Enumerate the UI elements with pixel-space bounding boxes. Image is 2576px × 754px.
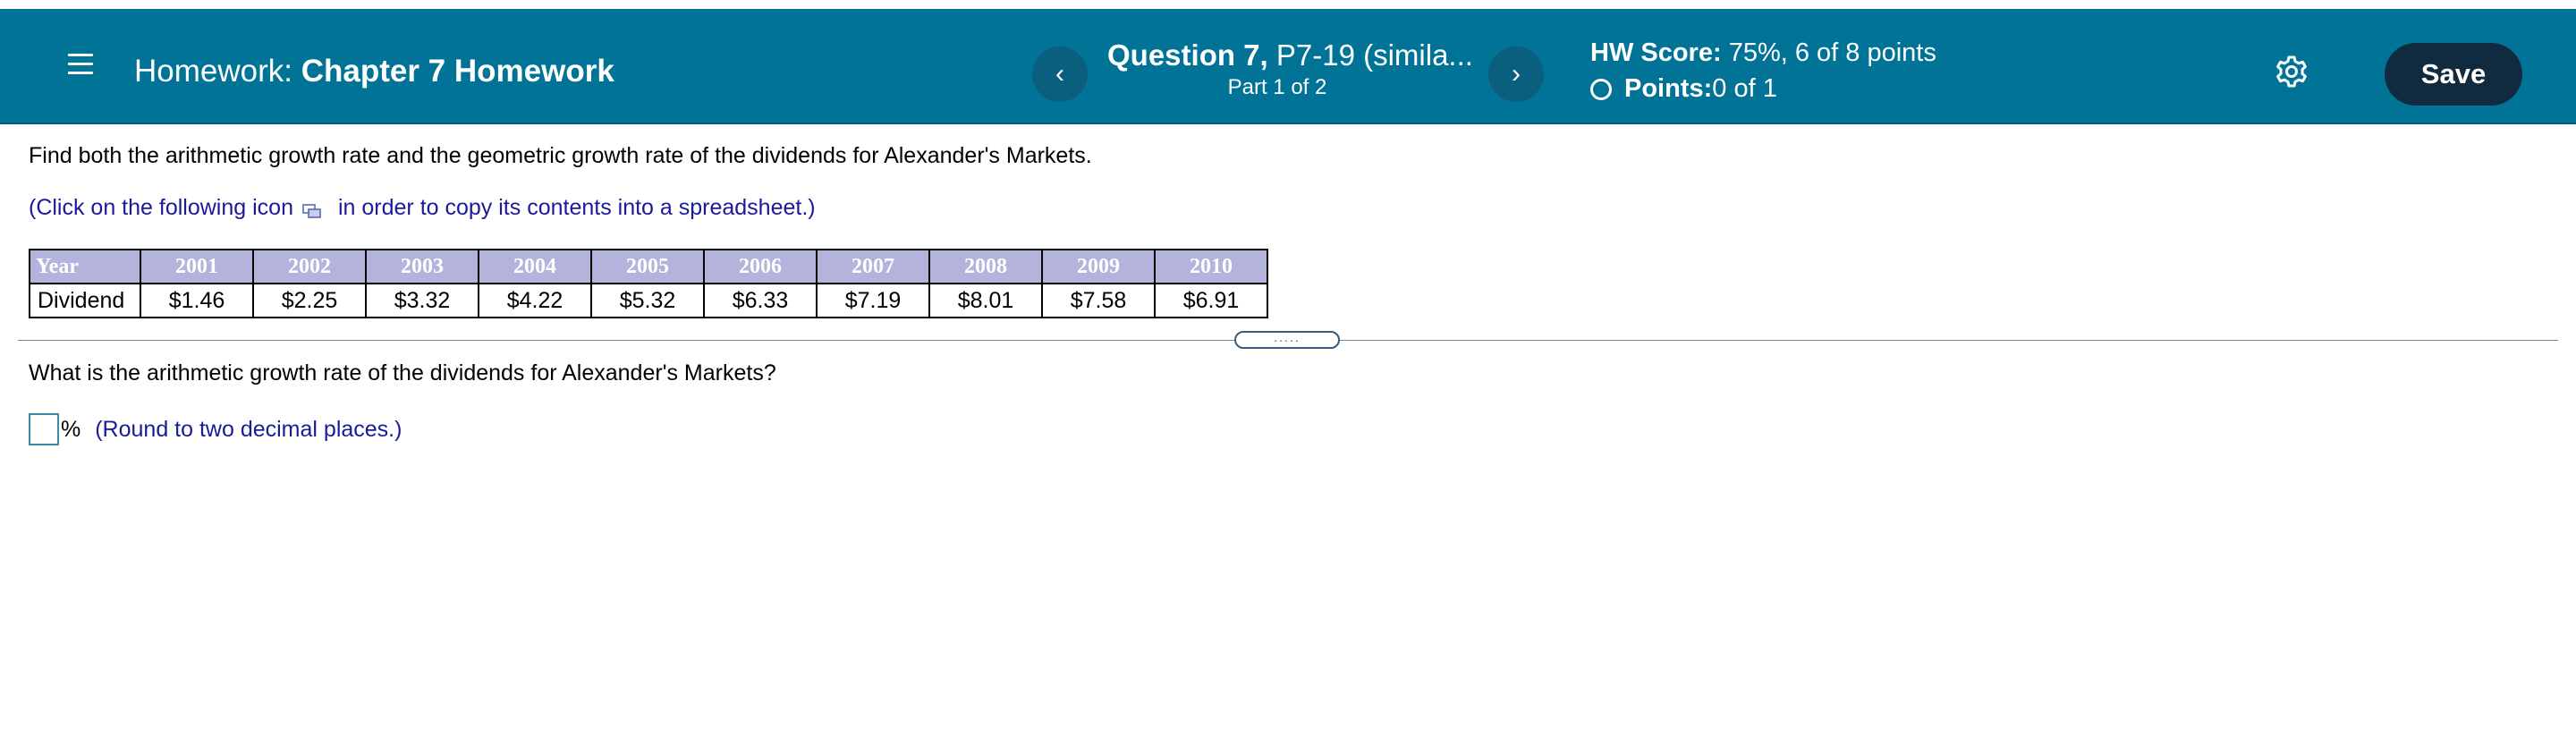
table-cell: Dividend <box>29 283 141 318</box>
question-points: Points: 0 of 1 <box>1590 74 1777 104</box>
table-header-cell: 2010 <box>1154 249 1268 284</box>
resize-handle[interactable]: ..... <box>1234 331 1340 349</box>
question-part: Part 1 of 2 <box>1227 75 1327 99</box>
table-header-row: Year 2001 2002 2003 2004 2005 2006 2007 … <box>29 249 1268 284</box>
table-cell: $1.46 <box>140 283 254 318</box>
homework-title: Homework: Chapter 7 Homework <box>134 54 614 89</box>
table-cell: $4.22 <box>478 283 592 318</box>
table-header-cell: 2002 <box>252 249 367 284</box>
question-text: What is the arithmetic growth rate of th… <box>29 360 776 385</box>
rounding-note: (Round to two decimal places.) <box>95 416 402 442</box>
copy-instruction: (Click on the following icon in order to… <box>29 195 816 221</box>
hw-score: HW Score: 75%, 6 of 8 points <box>1590 38 1936 68</box>
status-circle-icon <box>1590 78 1612 100</box>
next-question-button[interactable]: › <box>1488 47 1544 102</box>
table-header-cell: 2009 <box>1041 249 1156 284</box>
answer-input[interactable] <box>29 413 59 445</box>
table-cell: $8.01 <box>928 283 1043 318</box>
points-value: 0 of 1 <box>1712 74 1777 103</box>
chevron-right-icon: › <box>1512 59 1521 89</box>
question-name: P7-19 (simila... <box>1267 38 1473 72</box>
question-label: Question 7, <box>1107 38 1268 72</box>
copy-instruction-after: in order to copy its contents into a spr… <box>337 195 816 220</box>
table-header-cell: 2008 <box>928 249 1043 284</box>
table-row: Dividend $1.46 $2.25 $3.32 $4.22 $5.32 $… <box>29 283 1268 318</box>
menu-icon[interactable] <box>66 50 97 77</box>
table-header-cell: 2005 <box>590 249 705 284</box>
table-header-cell: 2006 <box>703 249 818 284</box>
hw-score-value: 75%, 6 of 8 points <box>1721 38 1936 67</box>
save-button[interactable]: Save <box>2385 43 2522 106</box>
table-cell: $3.32 <box>365 283 479 318</box>
table-header-cell: 2007 <box>816 249 930 284</box>
points-label: Points: <box>1624 74 1713 103</box>
copy-to-spreadsheet-icon[interactable] <box>302 200 322 218</box>
percent-sign: % <box>61 416 81 442</box>
hw-score-label: HW Score: <box>1590 38 1722 67</box>
table-cell: $2.25 <box>252 283 367 318</box>
homework-name: Chapter 7 Homework <box>301 54 614 89</box>
table-cell: $6.91 <box>1154 283 1268 318</box>
homework-prefix: Homework: <box>134 54 292 89</box>
header-bar: Homework: Chapter 7 Homework ‹ Question … <box>0 9 2576 124</box>
previous-question-button[interactable]: ‹ <box>1032 47 1088 102</box>
table-header-cell: Year <box>29 249 141 284</box>
table-cell: $7.19 <box>816 283 930 318</box>
table-header-cell: 2001 <box>140 249 254 284</box>
problem-prompt: Find both the arithmetic growth rate and… <box>29 143 1092 168</box>
copy-instruction-before: (Click on the following icon <box>29 195 293 220</box>
table-cell: $7.58 <box>1041 283 1156 318</box>
table-cell: $6.33 <box>703 283 818 318</box>
dividend-table: Year 2001 2002 2003 2004 2005 2006 2007 … <box>29 249 1268 318</box>
table-header-cell: 2003 <box>365 249 479 284</box>
question-title: Question 7, P7-19 (simila... <box>1107 38 1473 73</box>
gear-icon[interactable] <box>2274 54 2309 89</box>
chevron-left-icon: ‹ <box>1055 59 1064 89</box>
answer-row: % (Round to two decimal places.) <box>29 413 402 445</box>
table-header-cell: 2004 <box>478 249 592 284</box>
top-strip <box>0 0 2576 9</box>
table-cell: $5.32 <box>590 283 705 318</box>
